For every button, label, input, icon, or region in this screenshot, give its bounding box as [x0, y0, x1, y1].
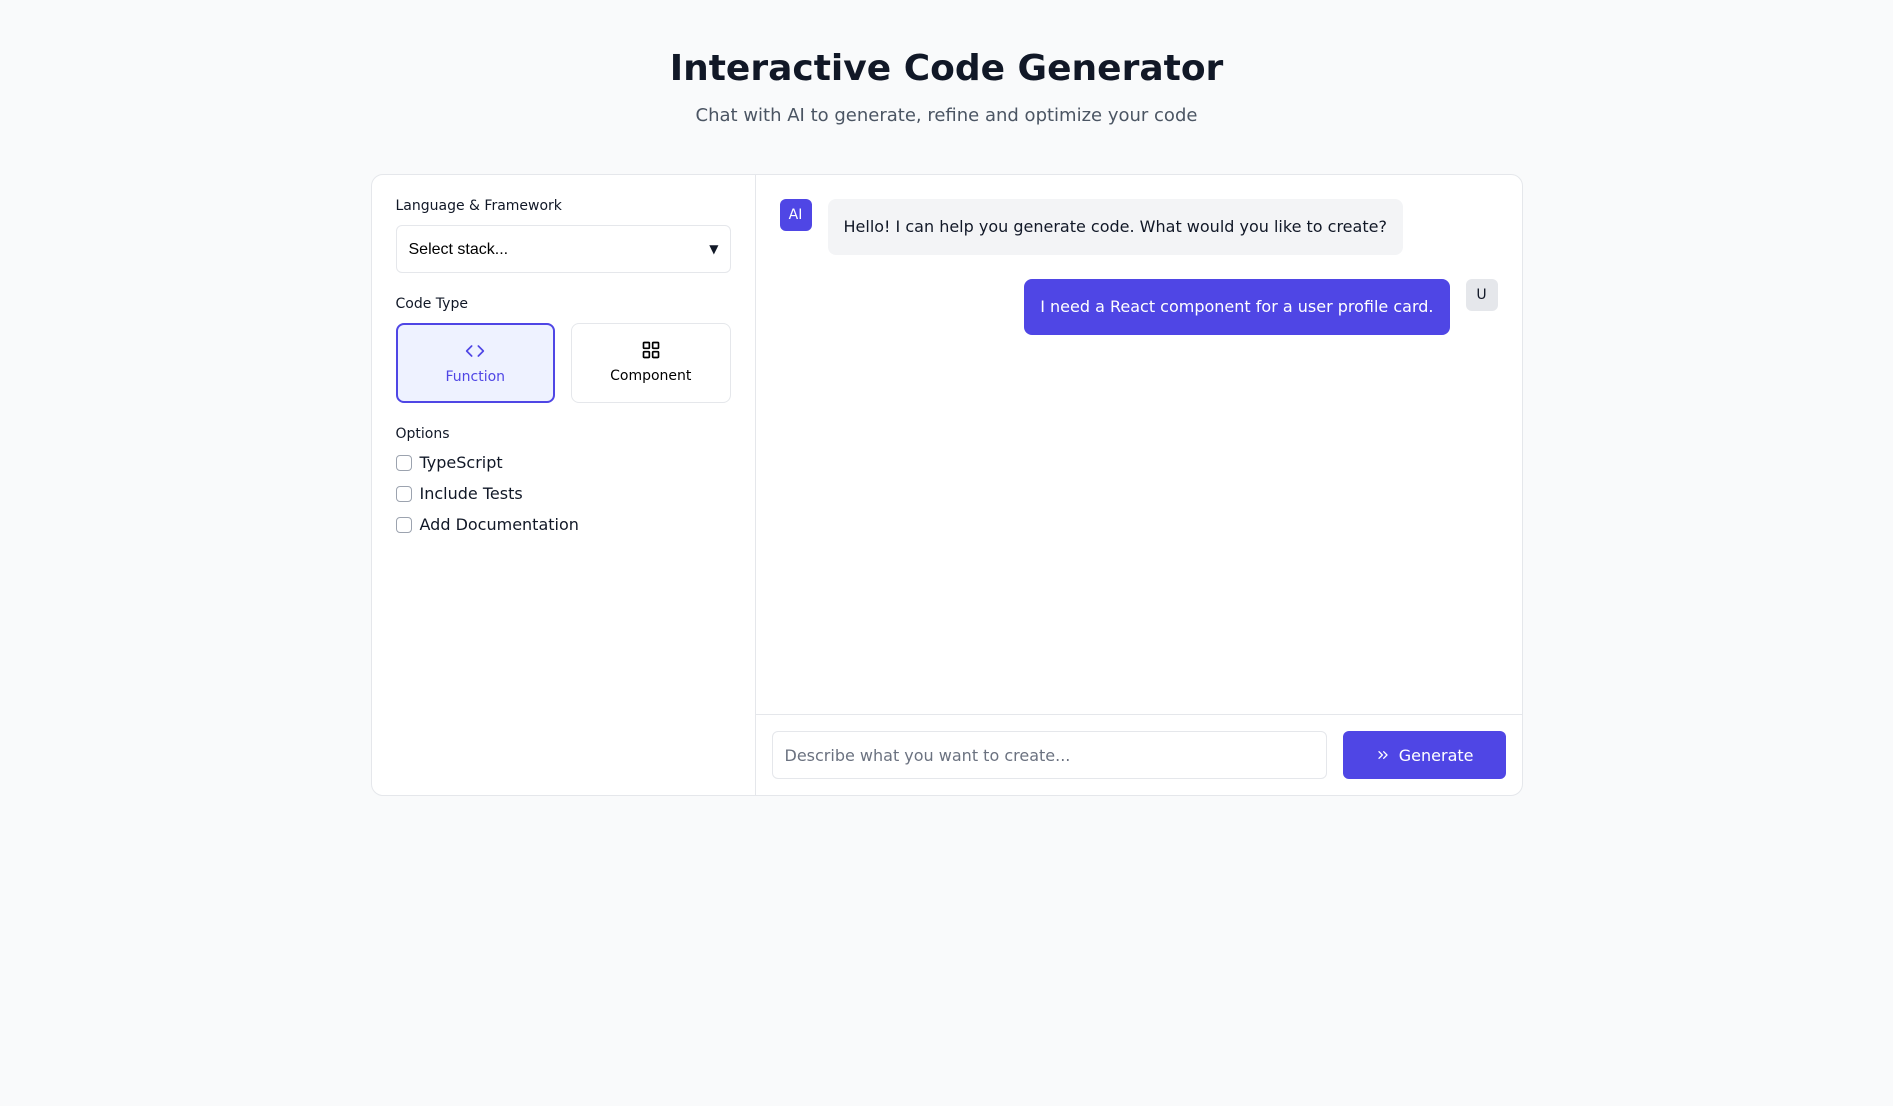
ai-avatar: AI: [780, 199, 812, 231]
code-type-component-button[interactable]: Component: [571, 323, 731, 403]
typescript-checkbox[interactable]: [396, 455, 412, 471]
code-type-label-text: Component: [610, 368, 691, 384]
ai-message-bubble: Hello! I can help you generate code. Wha…: [828, 199, 1403, 255]
option-add-documentation[interactable]: Add Documentation: [396, 515, 731, 534]
add-documentation-checkbox[interactable]: [396, 517, 412, 533]
code-type-label-text: Function: [445, 369, 505, 385]
sidebar-panel: Language & Framework Select stack... ▼ C…: [371, 174, 755, 796]
language-framework-label: Language & Framework: [396, 199, 731, 213]
layout-icon: [641, 340, 661, 360]
chat-input-row: Generate: [756, 714, 1522, 795]
option-label: TypeScript: [420, 453, 503, 472]
code-icon: [465, 341, 485, 361]
code-type-function-button[interactable]: Function: [396, 323, 556, 403]
page-header: Interactive Code Generator Chat with AI …: [371, 48, 1523, 126]
options-label: Options: [396, 427, 731, 441]
option-include-tests[interactable]: Include Tests: [396, 484, 731, 503]
stack-select[interactable]: Select stack...: [396, 225, 731, 273]
option-label: Add Documentation: [420, 515, 579, 534]
user-message-bubble: I need a React component for a user prof…: [1024, 279, 1449, 335]
page-title: Interactive Code Generator: [371, 48, 1523, 89]
chat-input[interactable]: [772, 731, 1327, 779]
chat-message-user: U I need a React component for a user pr…: [780, 279, 1498, 335]
option-label: Include Tests: [420, 484, 523, 503]
code-type-label: Code Type: [396, 297, 731, 311]
user-avatar: U: [1466, 279, 1498, 311]
messages-list: AI Hello! I can help you generate code. …: [756, 175, 1522, 714]
option-typescript[interactable]: TypeScript: [396, 453, 731, 472]
generate-button[interactable]: Generate: [1343, 731, 1506, 779]
generate-label: Generate: [1399, 746, 1474, 765]
include-tests-checkbox[interactable]: [396, 486, 412, 502]
chat-panel: AI Hello! I can help you generate code. …: [755, 174, 1523, 796]
chevrons-right-icon: [1375, 747, 1391, 763]
page-subtitle: Chat with AI to generate, refine and opt…: [371, 105, 1523, 126]
chat-message-ai: AI Hello! I can help you generate code. …: [780, 199, 1498, 255]
